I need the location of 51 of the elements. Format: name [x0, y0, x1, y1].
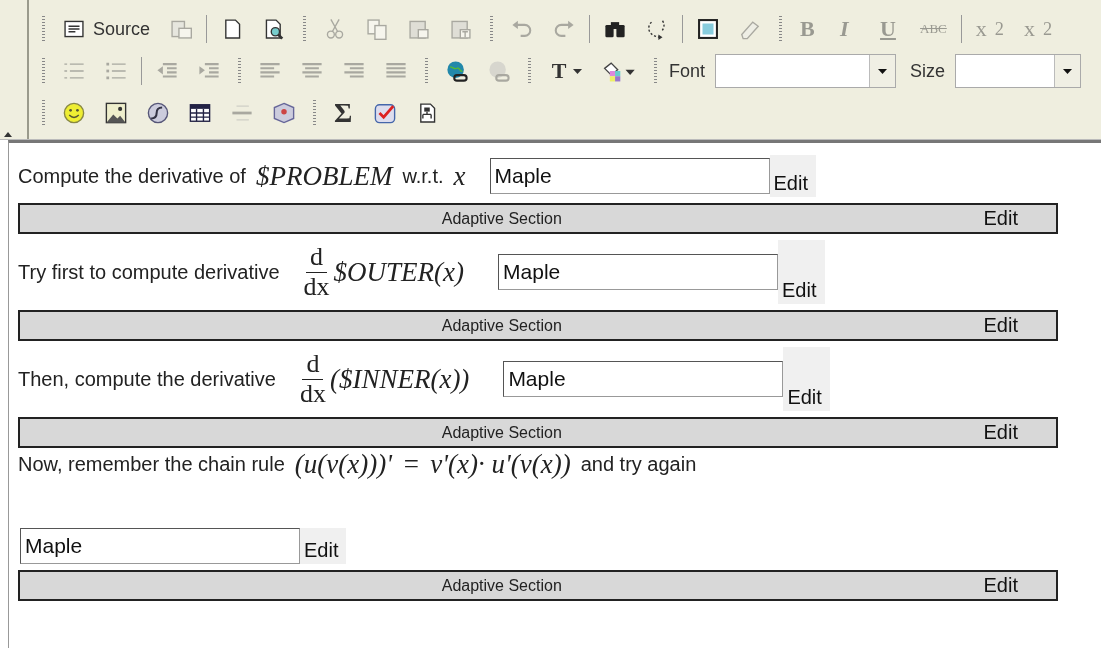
collapse-icon[interactable]	[4, 132, 12, 137]
question-text: Now, remember the chain rule	[18, 452, 285, 476]
table-icon[interactable]	[189, 102, 211, 124]
checkbox-icon[interactable]	[374, 102, 396, 124]
size-label: Size	[910, 60, 946, 82]
question-text: Then, compute the derivative	[18, 367, 276, 391]
edit-button[interactable]: Edit	[983, 207, 1018, 230]
section-label: Adaptive Section	[440, 576, 563, 595]
sigma-button[interactable]: Σ	[334, 97, 354, 129]
source-button[interactable]: Source	[63, 18, 151, 40]
edit-button[interactable]: Edit	[300, 528, 347, 564]
size-dropdown[interactable]	[955, 54, 1082, 88]
globe-link-icon[interactable]	[446, 60, 468, 82]
answer-field[interactable]: Maple	[489, 158, 770, 194]
font-dropdown[interactable]	[715, 54, 897, 88]
section-label: Adaptive Section	[440, 423, 563, 442]
math-expression: x	[453, 160, 466, 192]
derivative-fraction: d dx	[303, 242, 330, 302]
caret-icon	[573, 68, 582, 74]
caret-icon	[1063, 68, 1073, 74]
section-label: Adaptive Section	[440, 209, 563, 228]
edit-button[interactable]: Edit	[778, 240, 825, 304]
answer-field[interactable]: Maple	[20, 528, 300, 564]
edit-button[interactable]: Edit	[783, 347, 830, 411]
font-label: Font	[669, 60, 706, 82]
edit-button[interactable]: Edit	[983, 314, 1018, 337]
smiley-icon[interactable]	[63, 102, 85, 124]
text-color-button[interactable]: T	[549, 58, 582, 84]
derivative-fraction: d dx	[299, 349, 326, 409]
math-expression: =	[402, 448, 421, 480]
question-text: and try again	[580, 452, 697, 476]
preview-icon[interactable]	[263, 18, 286, 40]
question-text: Compute the derivative of	[18, 164, 246, 188]
edit-button[interactable]: Edit	[769, 155, 816, 197]
question-text: Try first to compute derivative	[18, 260, 280, 284]
paint-bucket-icon[interactable]	[602, 60, 636, 82]
math-expression: $OUTER(x)	[333, 256, 465, 288]
math-expression: $PROBLEM	[255, 160, 393, 192]
edit-button[interactable]: Edit	[983, 421, 1018, 444]
select-all-icon[interactable]	[697, 18, 720, 40]
answer-field[interactable]: Maple	[498, 254, 779, 290]
math-expression: v'(x)· u'(v(x))	[430, 448, 571, 480]
question-text: w.r.t.	[402, 164, 444, 188]
answer-field[interactable]: Maple	[503, 361, 784, 397]
caret-icon	[878, 68, 888, 74]
edit-button[interactable]: Edit	[983, 574, 1018, 597]
math-expression: (u(v(x)))'	[294, 448, 392, 480]
image-icon[interactable]	[105, 102, 127, 124]
document-icon	[63, 18, 85, 40]
section-label: Adaptive Section	[440, 316, 563, 335]
math-expression: ($INNER(x))	[329, 363, 470, 395]
